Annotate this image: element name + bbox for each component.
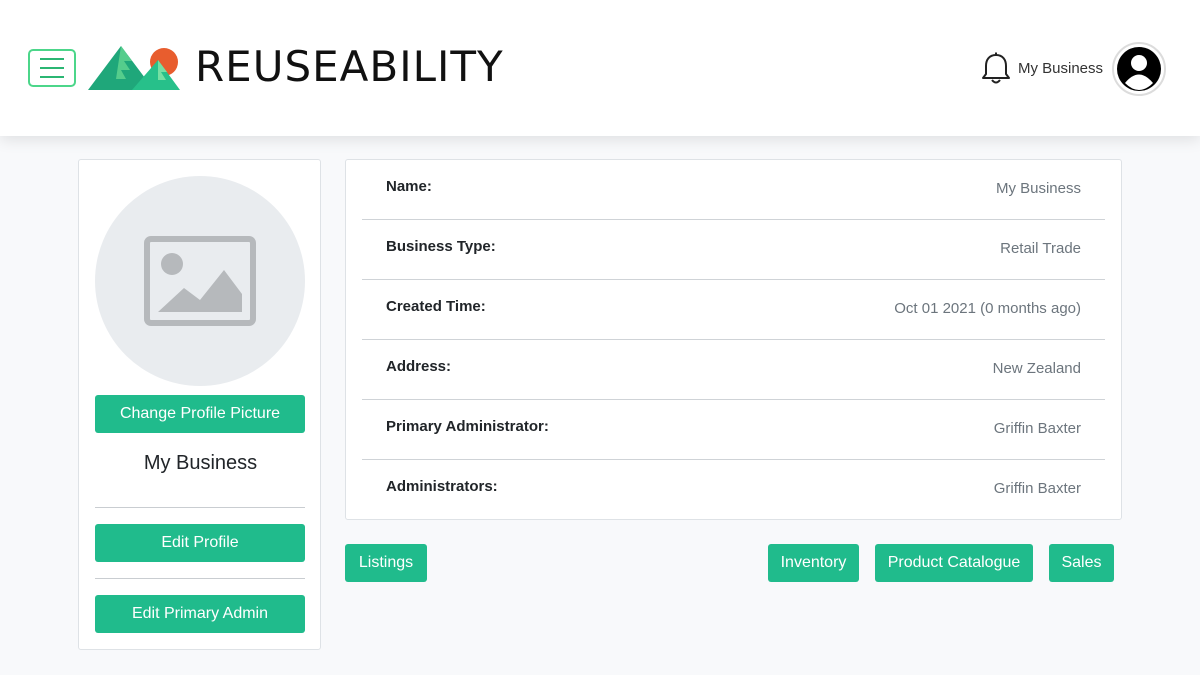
change-profile-picture-button[interactable]: Change Profile Picture <box>95 395 305 433</box>
inventory-button[interactable]: Inventory <box>768 544 859 582</box>
logo-mountains-icon[interactable] <box>88 44 182 92</box>
menu-toggle-button[interactable] <box>28 49 76 87</box>
divider <box>95 507 305 508</box>
detail-row-address: Address: New Zealand <box>362 340 1105 400</box>
menu-icon-bar <box>40 67 64 69</box>
detail-row-primary-administrator: Primary Administrator: Griffin Baxter <box>362 400 1105 460</box>
profile-picture <box>95 176 305 386</box>
user-name[interactable]: My Business <box>1018 60 1103 77</box>
business-name-title: My Business <box>143 452 258 474</box>
menu-icon-bar <box>40 76 64 78</box>
sales-button[interactable]: Sales <box>1049 544 1114 582</box>
detail-value: Griffin Baxter <box>993 420 1081 437</box>
detail-label: Administrators: <box>386 478 498 495</box>
detail-label: Name: <box>386 178 432 195</box>
detail-label: Address: <box>386 358 452 375</box>
divider <box>95 578 305 579</box>
detail-value: Oct 01 2021 (0 months ago) <box>894 300 1081 317</box>
edit-primary-admin-button[interactable]: Edit Primary Admin <box>95 595 305 633</box>
product-catalogue-button[interactable]: Product Catalogue <box>875 544 1033 582</box>
detail-value: New Zealand <box>992 360 1081 377</box>
profile-card: Change Profile Picture My Business Edit … <box>78 159 321 650</box>
brand-name[interactable]: REUSEABILITY <box>195 42 504 91</box>
detail-row-business-type: Business Type: Retail Trade <box>362 220 1105 280</box>
menu-icon-bar <box>40 58 64 60</box>
business-details-card: Name: My Business Business Type: Retail … <box>345 159 1122 520</box>
detail-row-created-time: Created Time: Oct 01 2021 (0 months ago) <box>362 280 1105 340</box>
navbar: REUSEABILITY My Business <box>0 0 1200 136</box>
edit-profile-button[interactable]: Edit Profile <box>95 524 305 562</box>
avatar[interactable] <box>1112 42 1166 96</box>
detail-row-administrators: Administrators: Griffin Baxter <box>362 460 1105 520</box>
user-avatar-icon <box>1117 47 1161 91</box>
detail-value: My Business <box>995 180 1081 197</box>
detail-label: Created Time: <box>386 298 486 315</box>
listings-button[interactable]: Listings <box>345 544 427 582</box>
bell-icon[interactable] <box>980 52 1012 86</box>
detail-value: Retail Trade <box>1000 240 1081 257</box>
detail-row-name: Name: My Business <box>362 160 1105 220</box>
detail-value: Griffin Baxter <box>993 480 1081 497</box>
image-placeholder-icon <box>144 236 256 326</box>
detail-label: Business Type: <box>386 238 496 255</box>
detail-label: Primary Administrator: <box>386 418 549 435</box>
